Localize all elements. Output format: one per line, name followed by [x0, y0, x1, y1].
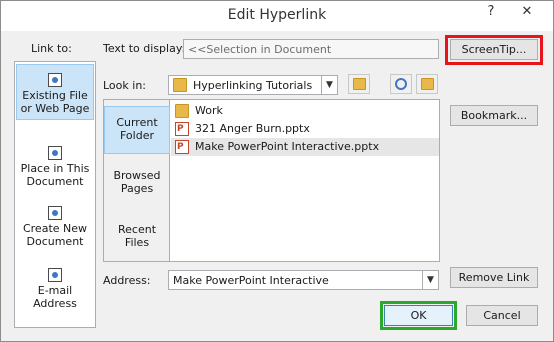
file-list: Work 321 Anger Burn.pptx Make PowerPoint… [171, 100, 439, 261]
remove-link-button[interactable]: Remove Link [450, 267, 538, 288]
place-browsed-line2: Pages [120, 182, 154, 195]
place-browsed-line1: Browsed [113, 169, 161, 182]
new-doc-icon [48, 206, 62, 220]
address-value: Make PowerPoint Interactive [173, 274, 329, 287]
places-bar: Current Folder Browsed Pages Recent File… [104, 100, 170, 261]
file-name: 321 Anger Burn.pptx [195, 122, 310, 135]
text-to-display-label: Text to display: [103, 42, 186, 55]
text-to-display-value: <<Selection in Document [188, 43, 332, 56]
link-to-label: Link to: [31, 42, 72, 55]
doc-bookmark-icon [48, 146, 62, 160]
folder-up-icon [353, 78, 366, 90]
link-to-place-line2: Document [26, 175, 84, 188]
link-to-existing-line2: or Web Page [20, 102, 90, 115]
link-to-email-line1: E-mail [37, 284, 73, 297]
bookmark-button[interactable]: Bookmark... [450, 105, 538, 126]
folder-icon [173, 78, 187, 92]
look-in-label: Look in: [103, 79, 146, 92]
link-to-email[interactable]: E-mail Address [16, 268, 94, 318]
ok-highlight [380, 301, 457, 330]
text-to-display-field[interactable]: <<Selection in Document [183, 39, 439, 59]
file-name: Work [195, 104, 223, 117]
link-to-place-line1: Place in This [20, 162, 90, 175]
powerpoint-file-icon [175, 138, 189, 156]
place-browsed-pages[interactable]: Browsed Pages [104, 169, 170, 199]
address-combo[interactable]: Make PowerPoint Interactive ▼ [168, 270, 439, 290]
link-to-existing-file[interactable]: Existing File or Web Page [16, 64, 94, 120]
link-to-email-line2: Address [33, 297, 77, 310]
title-bar: Edit Hyperlink ? ✕ [1, 1, 553, 31]
place-recent-files[interactable]: Recent Files [104, 223, 170, 253]
powerpoint-file-icon [175, 120, 189, 138]
file-row-make-interactive[interactable]: Make PowerPoint Interactive.pptx [171, 138, 439, 156]
browse-web-button[interactable] [390, 74, 412, 94]
link-to-create-new[interactable]: Create New Document [16, 206, 94, 256]
file-browser: Current Folder Browsed Pages Recent File… [103, 99, 440, 262]
edit-hyperlink-dialog: Edit Hyperlink ? ✕ Link to: Existing Fil… [0, 0, 554, 342]
link-to-place-in-document[interactable]: Place in This Document [16, 146, 94, 196]
file-row-anger-burn[interactable]: 321 Anger Burn.pptx [171, 120, 439, 138]
look-in-combo[interactable]: Hyperlinking Tutorials ▼ [168, 75, 338, 95]
folder-icon [175, 104, 189, 118]
globe-doc-icon [48, 73, 62, 87]
open-folder-icon [421, 78, 434, 90]
file-row-work[interactable]: Work [171, 102, 439, 120]
screentip-highlight [445, 35, 543, 65]
look-in-value: Hyperlinking Tutorials [193, 79, 313, 92]
browse-web-icon [395, 78, 407, 90]
chevron-down-icon[interactable]: ▼ [422, 271, 438, 289]
browse-file-button[interactable] [416, 74, 438, 94]
chevron-down-icon[interactable]: ▼ [321, 76, 337, 94]
dialog-title: Edit Hyperlink [227, 7, 327, 23]
close-button[interactable]: ✕ [507, 4, 547, 24]
place-recent-line2: Files [124, 236, 150, 249]
cancel-button[interactable]: Cancel [466, 305, 538, 326]
place-recent-line1: Recent [117, 223, 157, 236]
email-icon [48, 268, 62, 282]
place-current-folder[interactable]: Current Folder [104, 106, 170, 154]
address-label: Address: [103, 274, 151, 287]
file-name: Make PowerPoint Interactive.pptx [195, 140, 380, 153]
link-to-existing-line1: Existing File [22, 89, 88, 102]
link-to-panel: Existing File or Web Page Place in This … [14, 61, 96, 328]
place-current-line1: Current [116, 116, 158, 129]
help-button[interactable]: ? [483, 4, 499, 24]
place-current-line2: Folder [120, 129, 154, 142]
link-to-create-line2: Document [26, 235, 84, 248]
link-to-create-line1: Create New [22, 222, 88, 235]
up-one-folder-button[interactable] [348, 74, 370, 94]
